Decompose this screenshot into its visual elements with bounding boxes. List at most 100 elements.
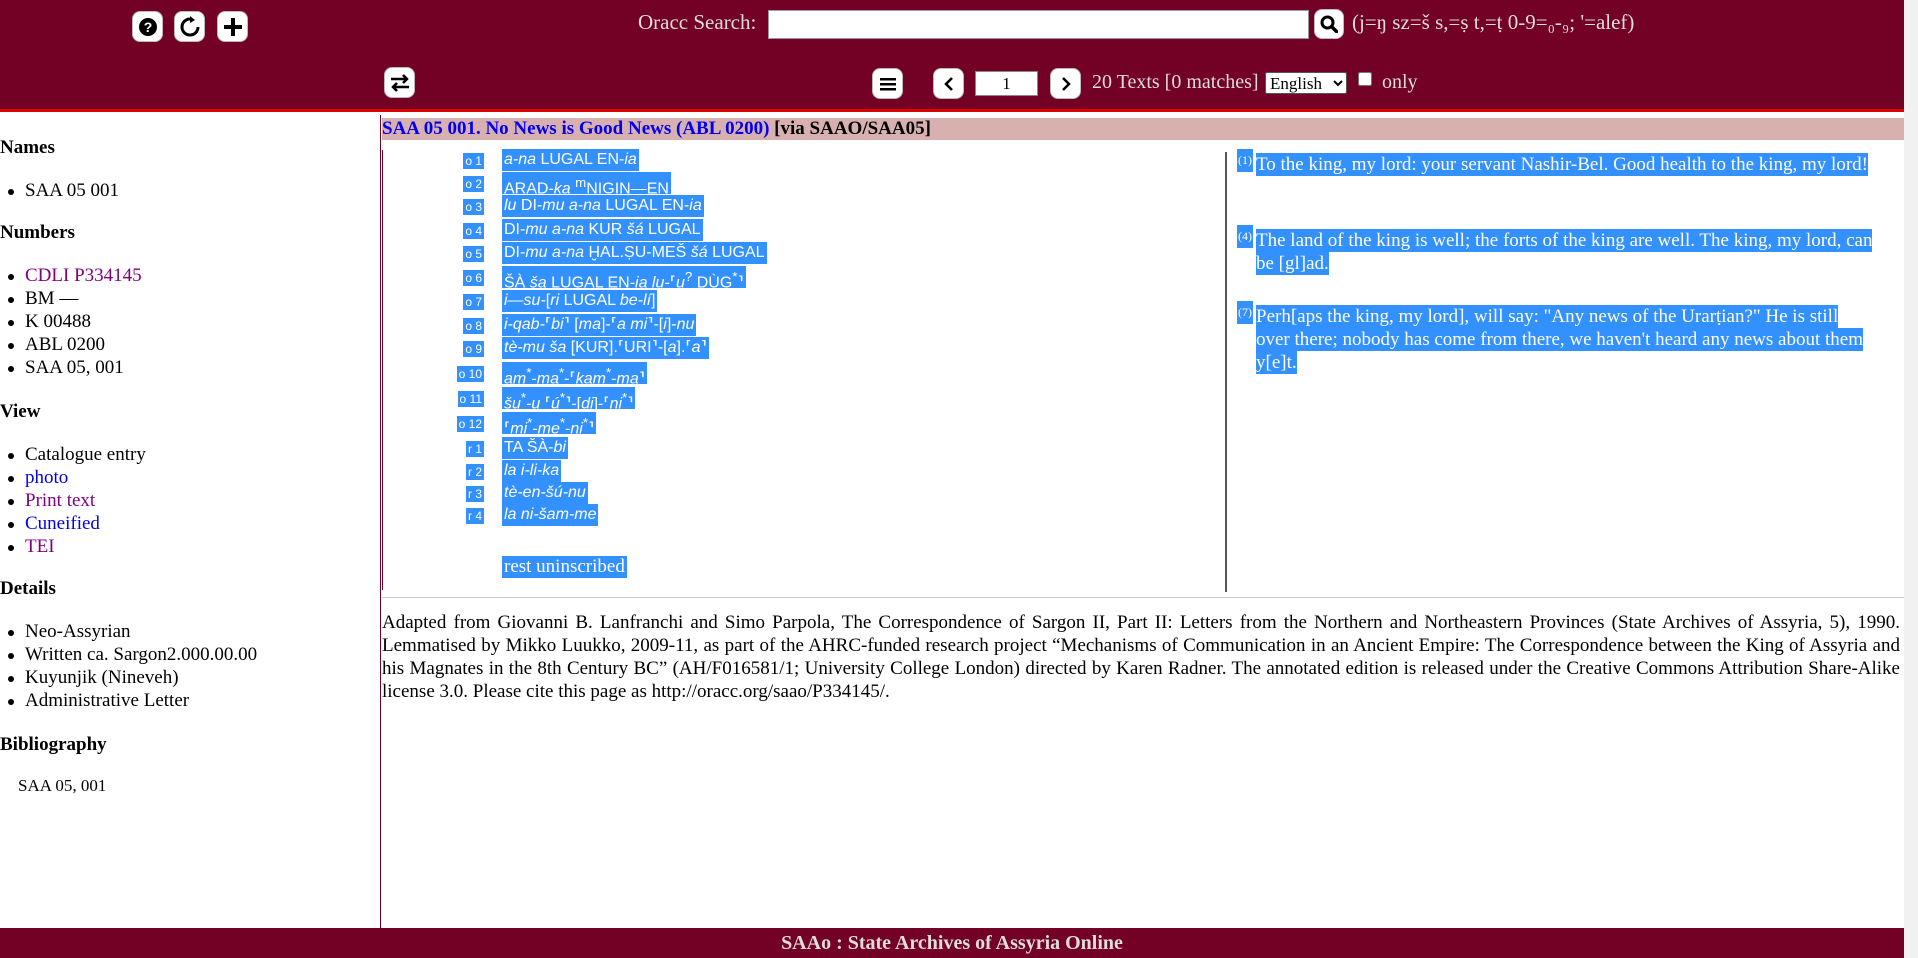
- main-content: SAA 05 001. No News is Good News (ABL 02…: [382, 115, 1904, 928]
- transliteration-line: am*-ma*-⸢kam*-ma⸣: [502, 362, 647, 387]
- transliteration-line: DI-mu a-na ḪAL.ṢU-MEŠ šá LUGAL: [502, 242, 767, 264]
- transliteration-line: lu DI-mu a-na LUGAL EN-ia: [502, 195, 704, 217]
- bibliography-item: SAA 05, 001: [18, 776, 107, 795]
- transliteration-line: i-qab-⸢bi⸣ [ma]-⸢a mi⸣-[i]-nu: [502, 314, 697, 336]
- details-item-2: Kuyunjik (Nineveh): [8, 667, 179, 688]
- bibliography-heading: Bibliography: [0, 734, 107, 755]
- translation-text-block: The land of the king is well; the forts …: [1256, 229, 1876, 275]
- plus-icon: [223, 17, 242, 36]
- reload-button[interactable]: [174, 11, 205, 42]
- names-heading: Names: [0, 137, 55, 158]
- chevron-left-icon: [943, 76, 953, 91]
- numbers-item-2: K 00488: [8, 311, 91, 332]
- line-number[interactable]: o 5: [463, 246, 484, 262]
- language-select[interactable]: English: [1265, 72, 1347, 94]
- transliteration-line: la ni-šam-me: [502, 504, 599, 526]
- transliteration-line: DI-mu a-na KUR šá LUGAL: [502, 219, 703, 241]
- chevron-right-icon: [1061, 76, 1071, 91]
- divider: [382, 597, 1904, 598]
- details-item-1: Written ca. Sargon2.000.00.00: [7, 644, 258, 665]
- details-item-3: Administrative Letter: [7, 690, 190, 711]
- top-header: ? Oracc Search: (j=ŋ sz=š s,=ṣ t,=ṭ 0-9=…: [0, 0, 1904, 112]
- only-checkbox[interactable]: [1358, 72, 1372, 86]
- numbers-heading: Numbers: [0, 222, 75, 243]
- menu-icon: [879, 77, 896, 90]
- line-number[interactable]: r 2: [465, 464, 484, 480]
- translation-text: The land of the king is well; the forts …: [1256, 229, 1873, 275]
- transliteration-line: TA ŠÀ-bi: [502, 437, 568, 459]
- colophon: Adapted from Giovanni B. Lanfranchi and …: [382, 612, 1900, 702]
- question-icon: ?: [138, 17, 157, 36]
- numbers-item-1: BM —: [7, 288, 79, 309]
- search-icon: [1320, 15, 1338, 33]
- search-hint: (j=ŋ sz=š s,=ṣ t,=ṭ 0-9=₀-₉; '=alef): [1352, 10, 1635, 34]
- search-button[interactable]: [1314, 9, 1344, 39]
- view-item-2[interactable]: Print text: [7, 490, 95, 512]
- line-number[interactable]: o 1: [463, 153, 484, 169]
- translation-line-ref[interactable]: (7): [1237, 301, 1253, 324]
- transliteration-line: ŠÀ ša LUGAL EN-ia lu-⸢u? DÙG*⸣: [502, 266, 746, 291]
- line-number[interactable]: o 3: [463, 199, 484, 215]
- line-number[interactable]: o 10: [456, 366, 484, 382]
- add-button[interactable]: [217, 11, 248, 42]
- line-number[interactable]: o 6: [463, 270, 484, 286]
- pane-divider[interactable]: [1225, 152, 1227, 592]
- translation-text-block: Perh[aps the king, my lord], will say: "…: [1256, 305, 1876, 374]
- transliteration-line: tè-en-šú-nu: [502, 482, 588, 504]
- search-label: Oracc Search:: [638, 10, 757, 34]
- translation-text: Perh[aps the king, my lord], will say: "…: [1256, 305, 1863, 374]
- view-item-4[interactable]: TEI: [8, 536, 55, 558]
- line-number[interactable]: o 11: [457, 391, 484, 407]
- next-page-button[interactable]: [1050, 68, 1081, 99]
- rest-uninscribed-note: rest uninscribed: [502, 556, 627, 578]
- translation-text: To the king, my lord: your servant Nashi…: [1256, 153, 1868, 176]
- translation-line-ref[interactable]: (1): [1237, 149, 1253, 172]
- translation-line-ref[interactable]: (4): [1237, 225, 1253, 248]
- menu-button[interactable]: [872, 68, 903, 99]
- reload-icon: [180, 15, 199, 36]
- line-number[interactable]: o 8: [463, 318, 484, 334]
- transliteration-line: a-na LUGAL EN-ia: [502, 149, 639, 171]
- numbers-item-3: ABL 0200: [7, 334, 106, 355]
- numbers-item-4: SAA 05, 001: [8, 357, 124, 378]
- line-number[interactable]: o 12: [456, 416, 484, 432]
- transliteration-line: ⸢mi*-me*-ni*⸣: [502, 412, 597, 437]
- text-title-source: [via SAAO/SAA05]: [769, 118, 931, 139]
- scrollbar[interactable]: [1904, 0, 1918, 958]
- search-input[interactable]: [768, 10, 1309, 39]
- line-number[interactable]: r 4: [465, 508, 484, 524]
- details-heading: Details: [0, 578, 56, 599]
- line-number[interactable]: o 7: [463, 294, 484, 310]
- translation-text-block: To the king, my lord: your servant Nashi…: [1256, 153, 1876, 176]
- transliteration-line: tè-mu ša [KUR].⸢URI⸣-[a].⸢a⸣: [502, 337, 709, 359]
- line-number[interactable]: r 3: [465, 486, 484, 502]
- text-title-link[interactable]: SAA 05 001. No News is Good News (ABL 02…: [382, 118, 769, 139]
- names-item: SAA 05 001: [8, 180, 119, 201]
- swap-icon: [390, 73, 409, 92]
- line-number[interactable]: o 9: [463, 341, 484, 357]
- line-number[interactable]: o 2: [463, 176, 484, 192]
- view-item-3[interactable]: Cuneified: [8, 513, 100, 535]
- details-item-0: Neo-Assyrian: [8, 621, 131, 642]
- results-count: 20 Texts [0 matches]: [1092, 71, 1259, 93]
- sidebar: Names SAA 05 001 Numbers CDLI P334145 BM …: [0, 115, 381, 928]
- transliteration-pane: o 1 a-na LUGAL EN-ia o 2 ARAD-ka mNIGIN—EN o…: [382, 149, 1227, 590]
- line-number[interactable]: r 1: [465, 441, 484, 457]
- text-title-bar: SAA 05 001. No News is Good News (ABL 02…: [382, 118, 1904, 140]
- line-number[interactable]: o 4: [463, 223, 484, 239]
- page-number-input[interactable]: [975, 71, 1038, 96]
- transliteration-line: ARAD-ka mNIGIN—EN: [502, 172, 671, 197]
- footer-title: SAAo : State Archives of Assyria Online: [781, 932, 1123, 954]
- only-label: only: [1382, 71, 1418, 93]
- transliteration-line: i—su-[ri LUGAL be-lí]: [502, 290, 658, 312]
- prev-page-button[interactable]: [933, 68, 964, 99]
- numbers-item-0[interactable]: CDLI P334145: [8, 265, 142, 287]
- svg-text:?: ?: [143, 19, 152, 35]
- swap-button[interactable]: [384, 67, 415, 98]
- transliteration-line: šu*-u ⸢ú*⸣-[di]-⸢ni*⸣: [502, 387, 636, 412]
- help-button[interactable]: ?: [132, 11, 163, 42]
- footer: SAAo : State Archives of Assyria Online: [0, 928, 1904, 958]
- view-heading: View: [0, 401, 41, 422]
- view-item-1[interactable]: photo: [7, 467, 68, 489]
- translation-pane: (1) To the king, my lord: your servant Na…: [1237, 149, 1904, 590]
